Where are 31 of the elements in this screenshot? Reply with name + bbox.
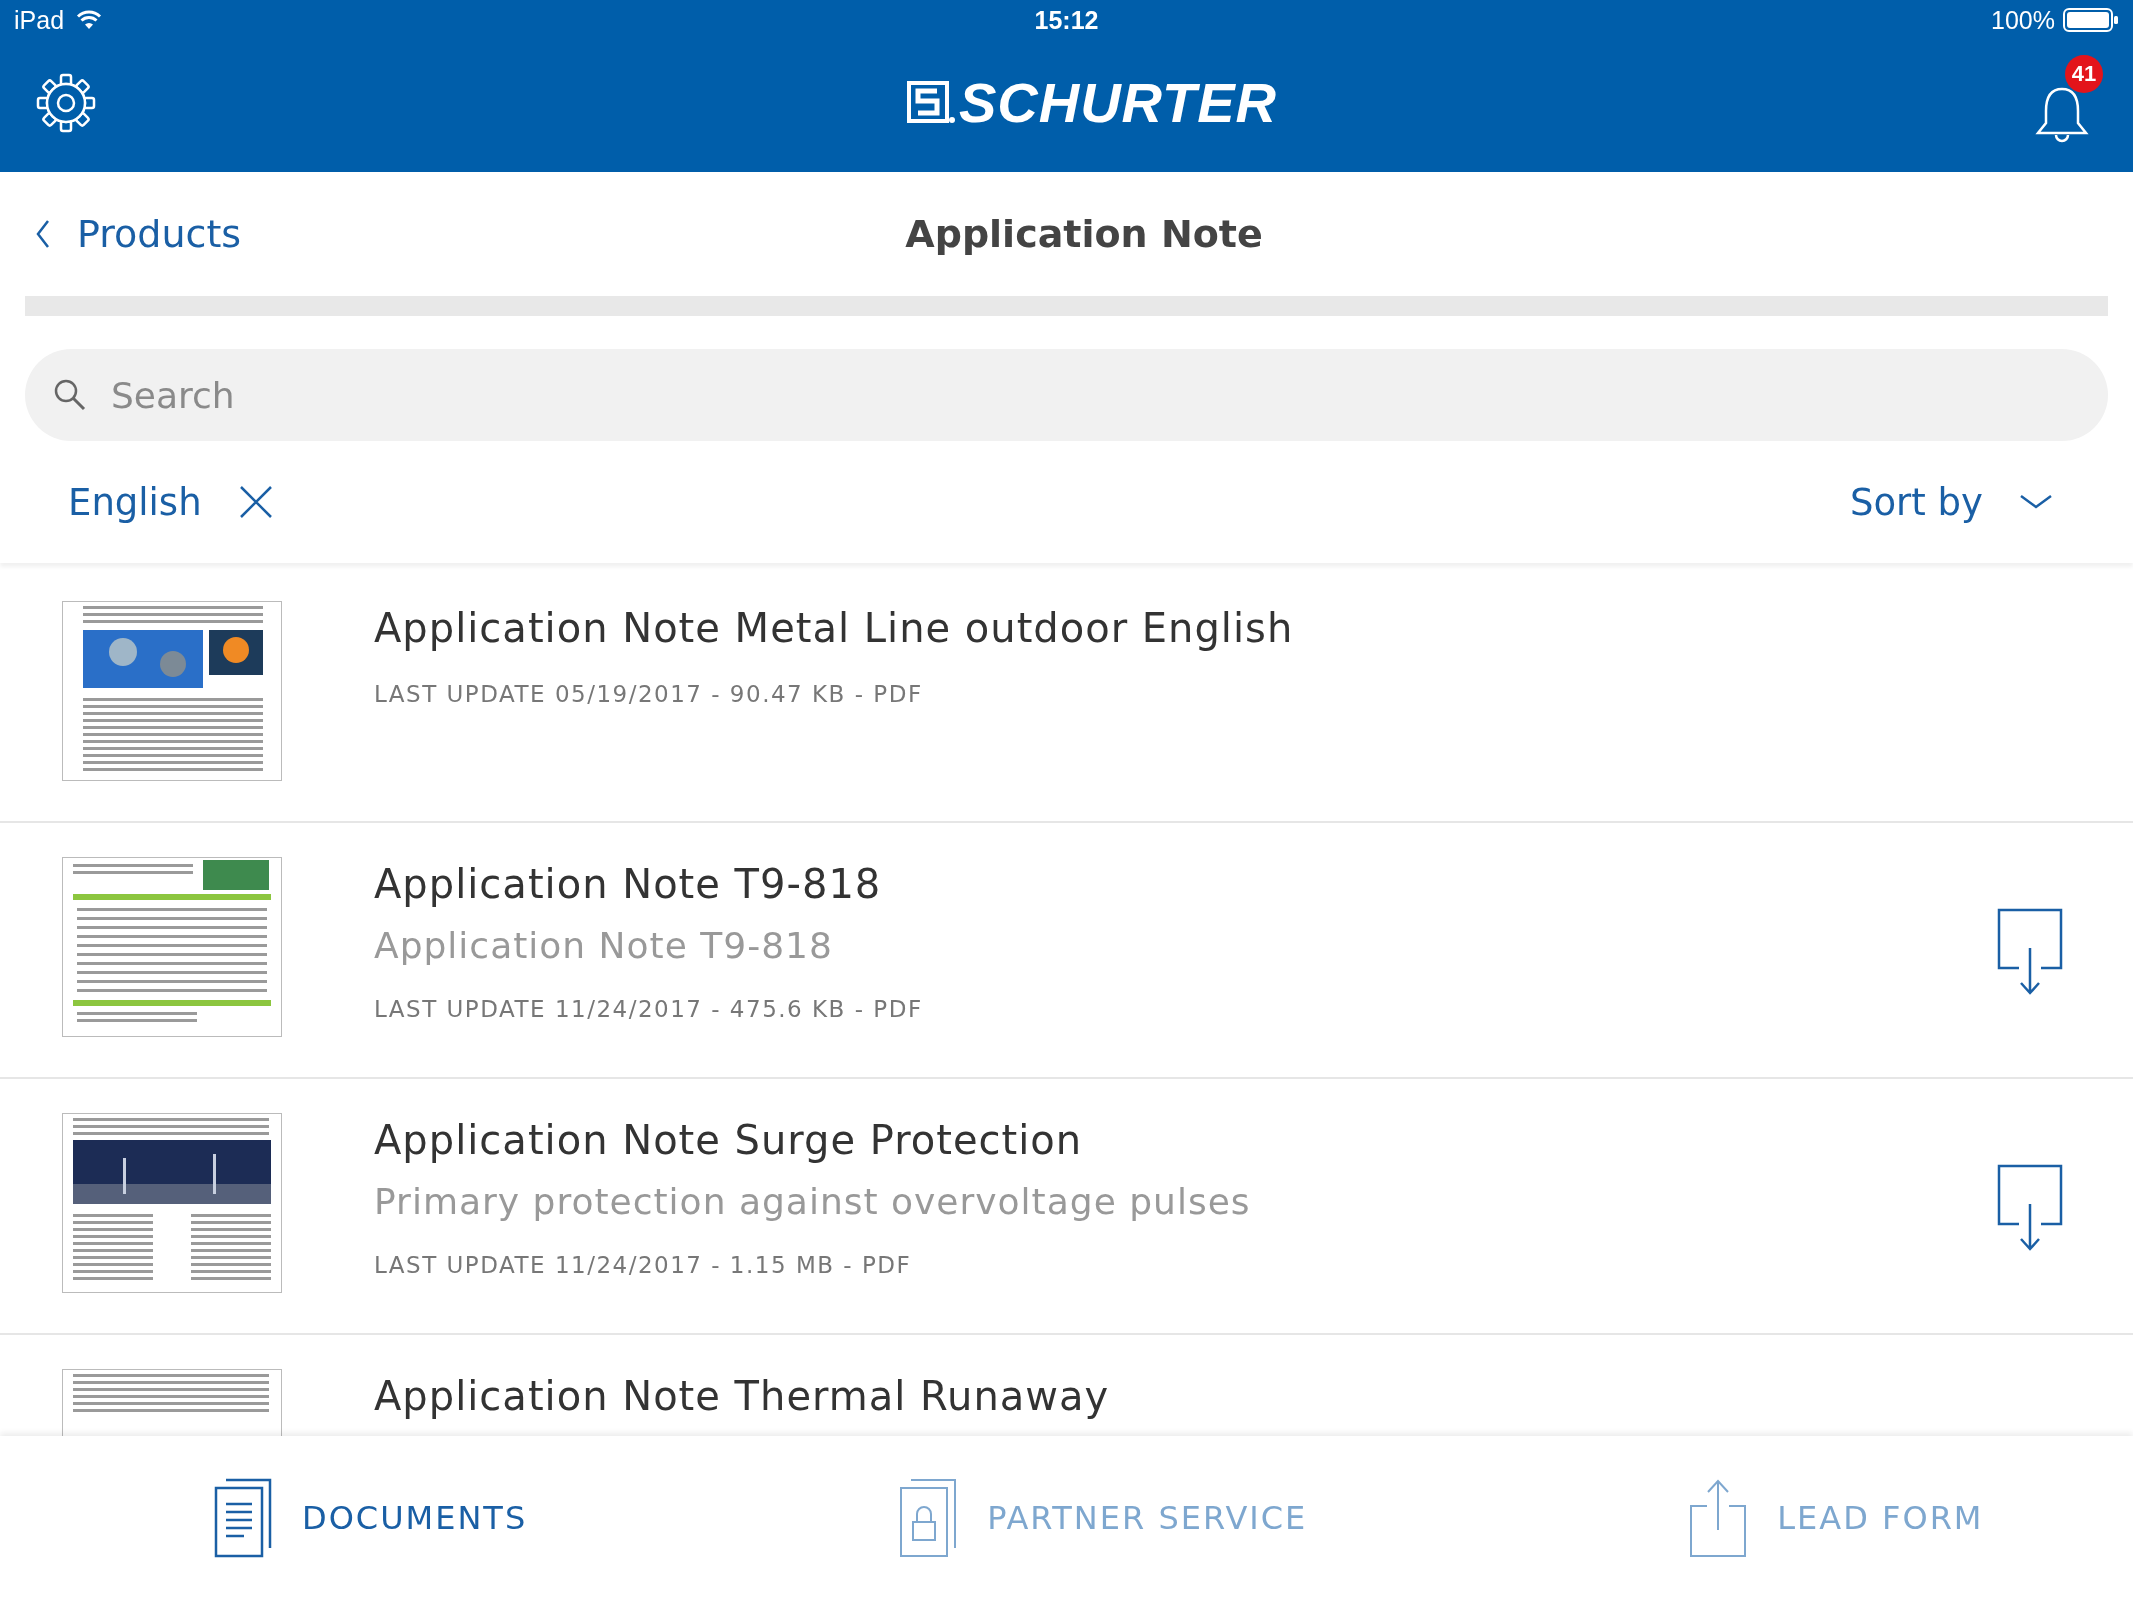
document-title[interactable]: Application Note T9-818 bbox=[374, 861, 1997, 907]
brand-logo: SCHURTER bbox=[958, 75, 1278, 131]
battery-percentage: 100% bbox=[1991, 5, 2055, 35]
language-filter[interactable]: English bbox=[68, 480, 202, 524]
notification-badge: 41 bbox=[2065, 55, 2103, 93]
back-link[interactable]: Products bbox=[35, 212, 242, 256]
back-chevron-icon bbox=[35, 219, 51, 249]
document-title[interactable]: Application Note Metal Line outdoor English bbox=[374, 605, 2063, 651]
page-title: Application Note bbox=[905, 212, 1263, 256]
document-meta: LAST UPDATE 11/24/2017 - 1.15 MB - PDF bbox=[374, 1252, 913, 1278]
settings-icon[interactable] bbox=[35, 72, 97, 134]
document-icon bbox=[212, 1478, 274, 1558]
document-title[interactable]: Application Note Surge Protection bbox=[374, 1117, 1997, 1163]
search-icon bbox=[53, 378, 87, 412]
wifi-icon bbox=[76, 10, 103, 30]
document-subtitle: Application Note T9-818 bbox=[374, 925, 834, 966]
tab-item[interactable]: DOCUMENTS bbox=[212, 1478, 528, 1558]
device-name: iPad bbox=[14, 5, 65, 35]
document-meta: LAST UPDATE 05/19/2017 - 90.47 KB - PDF bbox=[374, 681, 924, 707]
document-meta: LAST UPDATE 11/24/2017 - 475.6 KB - PDF bbox=[374, 996, 924, 1022]
download-icon[interactable] bbox=[1997, 908, 2063, 996]
chevron-down-icon bbox=[2019, 493, 2053, 511]
logo-mark-icon bbox=[906, 81, 955, 125]
document-subtitle: Primary protection against overvoltage pulses bbox=[374, 1181, 1252, 1222]
close-icon[interactable] bbox=[237, 484, 274, 520]
clock: 15:12 bbox=[1034, 5, 1099, 35]
back-label: Products bbox=[77, 212, 242, 256]
sort-dropdown[interactable]: Sort by bbox=[1850, 480, 2053, 524]
document-title[interactable]: Application Note Thermal Runaway bbox=[374, 1373, 2063, 1419]
battery-icon bbox=[2063, 8, 2119, 32]
download-icon[interactable] bbox=[1997, 1164, 2063, 1252]
